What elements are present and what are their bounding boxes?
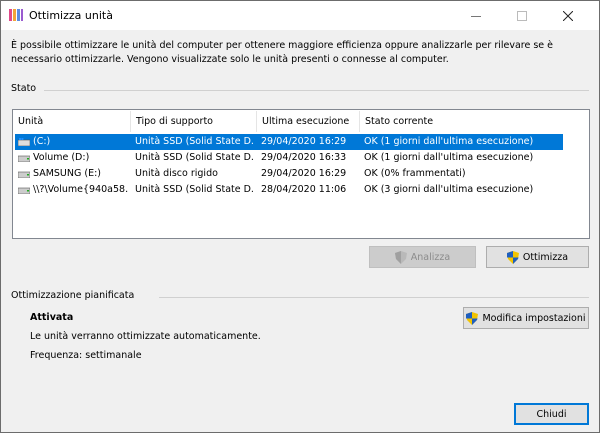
description-text: È possibile ottimizzare le unità del com… — [11, 40, 554, 65]
chiudi-button[interactable]: Chiudi — [514, 403, 589, 425]
shield-icon — [466, 311, 479, 325]
drive-status: OK (1 giorni dall'ultima esecuzione) — [364, 136, 534, 147]
stato-separator — [44, 90, 589, 91]
maximize-icon — [517, 10, 527, 21]
optimize-drives-window: Ottimizza unità È possibile ottimizzare … — [0, 0, 600, 433]
drive-media: Unità SSD (Solid State D... — [135, 136, 255, 147]
close-button[interactable] — [545, 1, 591, 30]
modifica-label: Modifica impostazioni — [482, 312, 586, 324]
ottimizza-button[interactable]: Ottimizza — [486, 246, 589, 268]
stato-label: Stato — [11, 83, 37, 94]
drive-row[interactable]: \\?\Volume{940a58... Unità SSD (Solid St… — [15, 182, 563, 198]
drive-icon — [18, 155, 30, 162]
drive-row[interactable]: (C:) Unità SSD (Solid State D... 29/04/2… — [15, 134, 563, 150]
drive-last-run: 29/04/2020 16:33 — [261, 152, 347, 163]
drive-last-run: 28/04/2020 11:06 — [261, 184, 347, 195]
column-header-stato[interactable]: Stato corrente — [360, 111, 588, 132]
column-header-ultima[interactable]: Ultima esecuzione — [257, 111, 360, 132]
drive-row[interactable]: SAMSUNG (E:) Unità disco rigido 29/04/20… — [15, 166, 563, 182]
defrag-icon — [9, 9, 23, 21]
drive-name: (C:) — [33, 136, 51, 147]
minimize-button[interactable] — [453, 1, 499, 30]
drive-media: Unità SSD (Solid State D... — [135, 152, 255, 163]
shield-icon — [394, 250, 407, 264]
modifica-impostazioni-button[interactable]: Modifica impostazioni — [463, 307, 589, 329]
chiudi-label: Chiudi — [536, 408, 567, 420]
drive-name: \\?\Volume{940a58... — [33, 184, 129, 195]
drive-name: SAMSUNG (E:) — [33, 168, 101, 179]
column-header-unita[interactable]: Unità — [13, 111, 131, 132]
maximize-button[interactable] — [499, 1, 545, 30]
drive-icon — [18, 171, 30, 178]
drive-media: Unità SSD (Solid State D... — [135, 184, 255, 195]
scheduled-description: Le unità verranno ottimizzate automatica… — [30, 331, 261, 342]
scheduled-separator — [159, 297, 589, 298]
drive-status: OK (3 giorni dall'ultima esecuzione) — [364, 184, 534, 195]
drive-icon — [18, 187, 30, 194]
analizza-label: Analizza — [410, 251, 451, 263]
analizza-button[interactable]: Analizza — [369, 246, 476, 268]
scheduled-frequency: Frequenza: settimanale — [30, 350, 142, 361]
drive-last-run: 29/04/2020 16:29 — [261, 168, 347, 179]
drives-list[interactable]: Unità Tipo di supporto Ultima esecuzione… — [12, 109, 590, 239]
windows-drive-icon — [18, 138, 30, 146]
minimize-icon — [471, 15, 481, 17]
window-title: Ottimizza unità — [29, 9, 113, 22]
scheduled-optimization-label: Ottimizzazione pianificata — [11, 290, 135, 301]
drive-status: OK (1 giorni dall'ultima esecuzione) — [364, 152, 534, 163]
drive-last-run: 29/04/2020 16:29 — [261, 136, 347, 147]
drive-name: Volume (D:) — [33, 152, 90, 163]
close-icon — [563, 10, 573, 21]
drive-status: OK (0% frammentati) — [364, 168, 466, 179]
drive-media: Unità disco rigido — [135, 168, 218, 179]
column-header-tipo[interactable]: Tipo di supporto — [131, 111, 257, 132]
ottimizza-label: Ottimizza — [522, 251, 569, 263]
scheduled-state: Attivata — [30, 312, 74, 323]
shield-icon — [506, 250, 519, 264]
drive-row[interactable]: Volume (D:) Unità SSD (Solid State D... … — [15, 150, 563, 166]
title-bar[interactable]: Ottimizza unità — [1, 1, 599, 30]
